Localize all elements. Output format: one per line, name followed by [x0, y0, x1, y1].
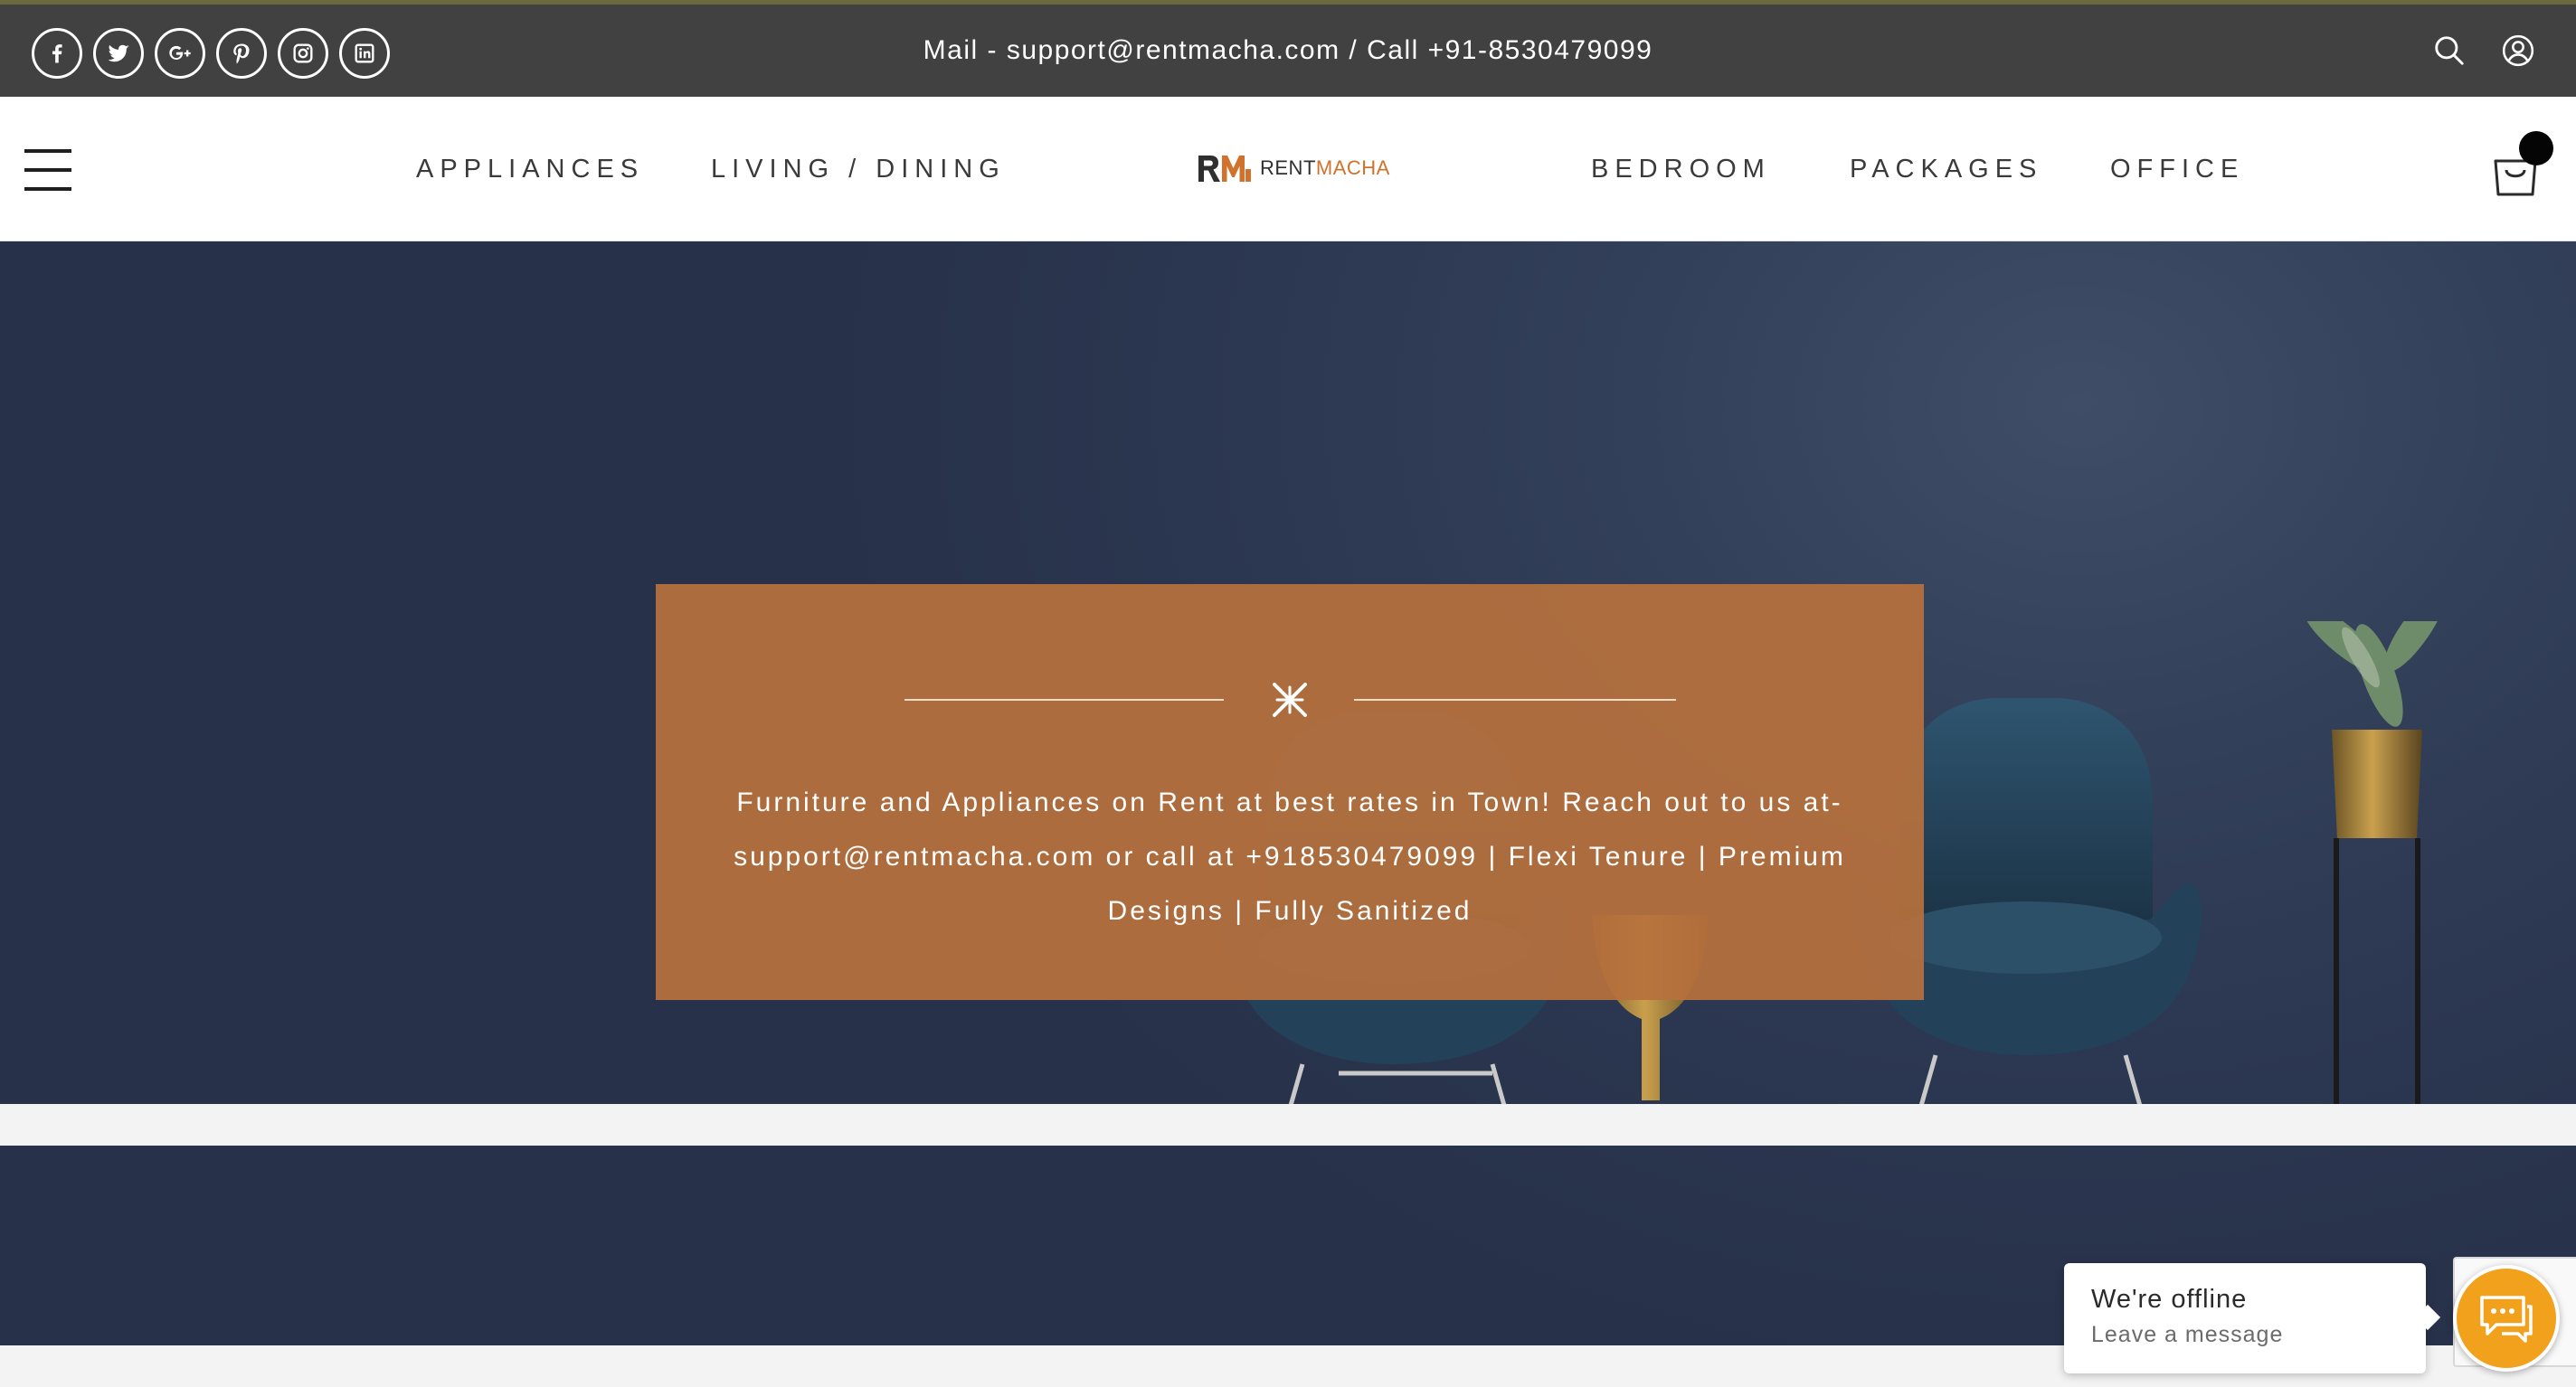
cart-count-badge[interactable]	[2519, 131, 2553, 165]
menu-icon[interactable]	[24, 149, 71, 191]
chat-status-title: We're offline	[2091, 1285, 2248, 1314]
user-icon[interactable]	[2501, 33, 2535, 72]
site-logo[interactable]: RENTMACHA	[1197, 153, 1390, 184]
logo-text: RENTMACHA	[1260, 156, 1390, 180]
chat-launcher-button[interactable]	[2453, 1265, 2560, 1372]
contact-info: Mail - support@rentmacha.com / Call +91-…	[923, 35, 1653, 65]
hero-tagline: Furniture and Appliances on Rent at best…	[734, 788, 1846, 926]
search-icon[interactable]	[2432, 33, 2467, 72]
ornament-divider-icon	[904, 683, 1676, 717]
top-contact-bar: Mail - support@rentmacha.com / Call +91-…	[0, 0, 2576, 97]
nav-link-bedroom[interactable]: BEDROOM	[1591, 97, 1771, 241]
chat-leave-message[interactable]: Leave a message	[2091, 1322, 2399, 1348]
logo-text-dark: RENT	[1260, 156, 1316, 179]
nav-link-packages[interactable]: PACKAGES	[1850, 97, 2042, 241]
nav-link-appliances[interactable]: APPLIANCES	[416, 97, 644, 241]
chat-offline-popup[interactable]: We're offline Leave a message	[2064, 1263, 2426, 1373]
hero-banner: Furniture and Appliances on Rent at best…	[656, 584, 1924, 1000]
logo-text-accent: MACHA	[1315, 156, 1390, 179]
chat-bubble-icon	[2480, 1296, 2533, 1343]
top-utility-icons	[2432, 33, 2535, 72]
hero-bottom-strip	[0, 1104, 2576, 1146]
nav-link-living-dining[interactable]: LIVING / DINING	[711, 97, 1006, 241]
hero-section: Furniture and Appliances on Rent at best…	[0, 241, 2576, 1345]
main-navigation: APPLIANCES LIVING / DINING RENTMACHA BED…	[0, 97, 2576, 241]
nav-link-office[interactable]: OFFICE	[2110, 97, 2244, 241]
logo-mark-icon	[1198, 156, 1251, 182]
